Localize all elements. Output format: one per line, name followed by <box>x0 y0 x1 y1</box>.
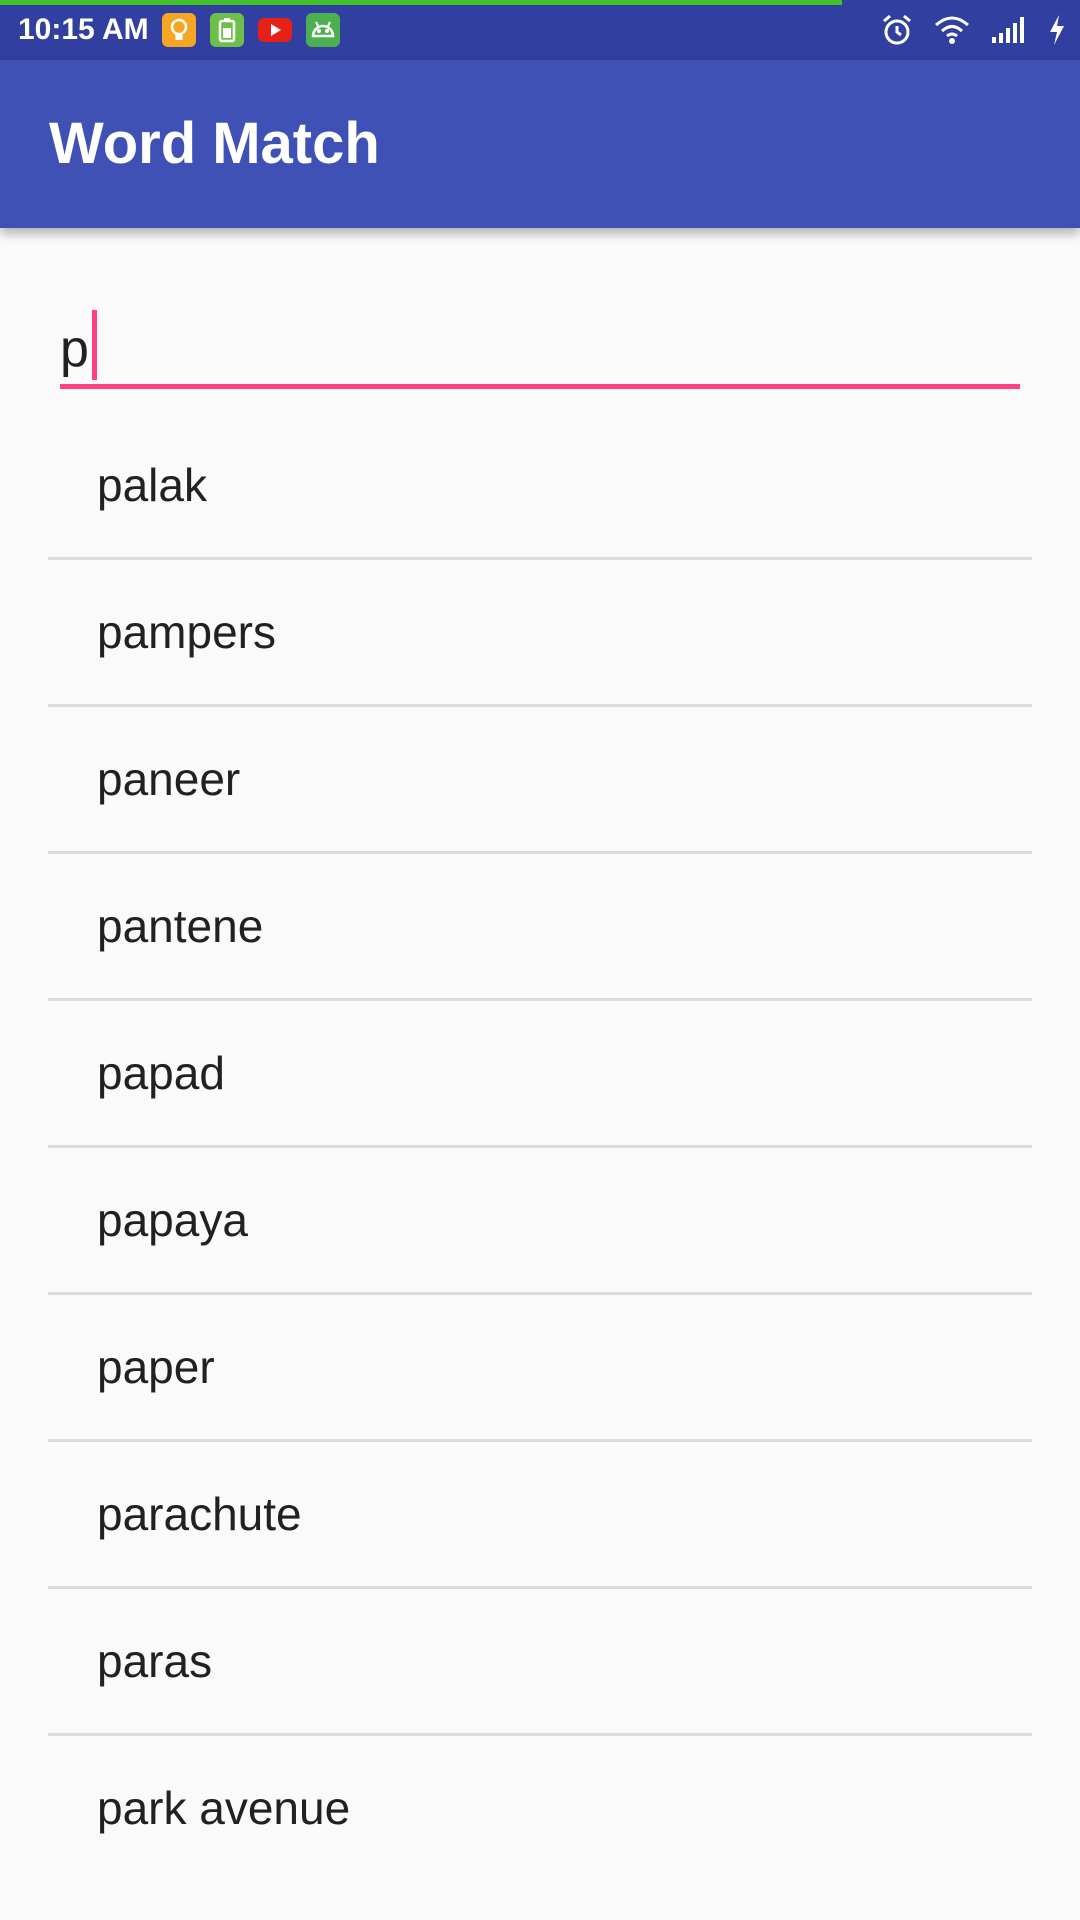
search-underline <box>60 384 1020 389</box>
app-bar: Word Match <box>0 60 1080 228</box>
suggestion-item[interactable]: park avenue <box>48 1736 1032 1883</box>
suggestion-label: pantene <box>97 900 264 952</box>
suggestion-label: pampers <box>97 606 276 658</box>
battery-app-icon <box>210 13 244 47</box>
search-input-value: p <box>60 320 89 378</box>
lightbulb-app-icon <box>162 13 196 47</box>
status-bar: 10:15 AM <box>0 0 1080 60</box>
text-cursor <box>91 310 97 380</box>
suggestion-list: palak pampers paneer pantene papad papay… <box>48 413 1032 1883</box>
notification-icons <box>162 13 340 47</box>
wifi-icon <box>935 16 969 44</box>
search-field[interactable]: p <box>60 300 1020 392</box>
youtube-icon <box>258 13 292 47</box>
app-title: Word Match <box>49 111 380 176</box>
suggestion-label: papad <box>97 1047 225 1099</box>
screen: 10:15 AM Word Match p palak pampers pane… <box>0 0 1080 1920</box>
suggestion-item[interactable]: palak <box>48 413 1032 560</box>
suggestion-item[interactable]: parachute <box>48 1442 1032 1589</box>
suggestion-label: palak <box>97 459 207 511</box>
status-time: 10:15 AM <box>18 13 149 46</box>
suggestion-label: papaya <box>97 1194 248 1246</box>
suggestion-item[interactable]: papad <box>48 1001 1032 1148</box>
suggestion-item[interactable]: pantene <box>48 854 1032 1001</box>
battery-icon <box>218 18 236 43</box>
alarm-icon <box>883 14 911 45</box>
suggestion-label: paper <box>97 1341 215 1393</box>
suggestion-label: parachute <box>97 1488 302 1540</box>
android-icon <box>311 21 335 38</box>
lightbulb-icon <box>170 18 188 40</box>
signal-icon <box>992 17 1024 43</box>
youtube-logo-icon <box>258 18 292 42</box>
suggestion-item[interactable]: paper <box>48 1295 1032 1442</box>
suggestion-item[interactable]: pampers <box>48 560 1032 707</box>
suggestion-item[interactable]: paras <box>48 1589 1032 1736</box>
suggestion-label: paneer <box>97 753 241 805</box>
suggestion-item[interactable]: papaya <box>48 1148 1032 1295</box>
search-input-display: p <box>60 310 97 381</box>
suggestion-label: paras <box>97 1635 213 1687</box>
system-status-icons <box>880 12 1066 48</box>
android-app-icon <box>306 13 340 47</box>
suggestion-item[interactable]: paneer <box>48 707 1032 854</box>
charging-icon <box>1050 15 1064 45</box>
suggestion-label: park avenue <box>97 1782 351 1834</box>
